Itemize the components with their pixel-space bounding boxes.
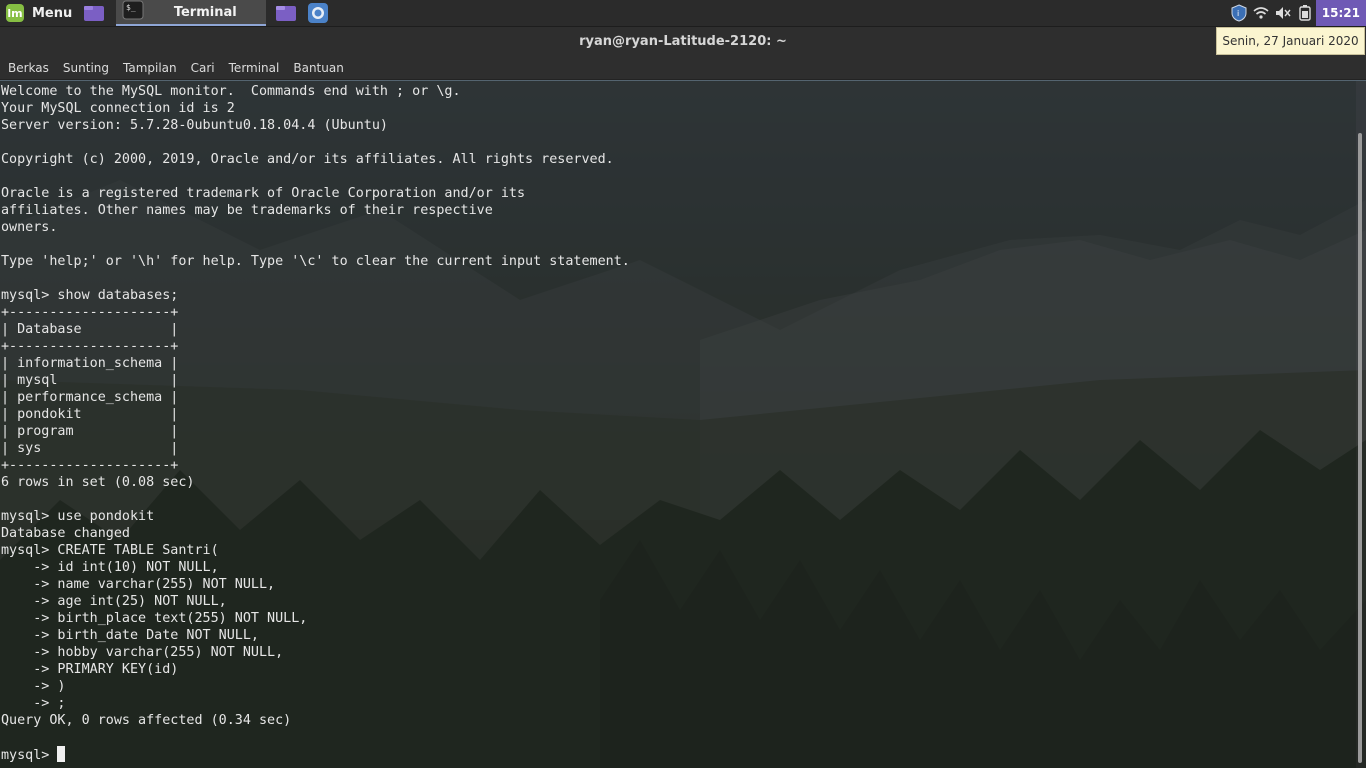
terminal-scrollbar[interactable] [1356, 81, 1366, 768]
panel-clock[interactable]: 15:21 [1315, 0, 1366, 26]
scrollbar-thumb[interactable] [1358, 133, 1362, 763]
mint-logo-icon: lm [6, 4, 24, 22]
top-panel: lm Menu $_ Terminal i 15:21 [0, 0, 1366, 27]
menu-cari[interactable]: Cari [187, 61, 219, 75]
system-tray: i 15:21 [1228, 0, 1366, 26]
window-menubar: Berkas Sunting Tampilan Cari Terminal Ba… [0, 56, 1366, 80]
battery-icon[interactable] [1294, 0, 1316, 26]
terminal-text: Welcome to the MySQL monitor. Commands e… [1, 84, 630, 728]
taskbar-terminal-button[interactable]: $_ Terminal [116, 0, 267, 26]
menu-sunting[interactable]: Sunting [59, 61, 113, 75]
menu-tampilan[interactable]: Tampilan [119, 61, 181, 75]
terminal-prompt: mysql> [1, 748, 58, 763]
menu-bantuan[interactable]: Bantuan [289, 61, 347, 75]
shield-icon[interactable]: i [1228, 0, 1250, 26]
terminal-icon: $_ [122, 0, 144, 24]
text-cursor [57, 746, 66, 762]
date-tooltip: Senin, 27 Januari 2020 [1216, 27, 1365, 55]
taskbar-terminal-label: Terminal [173, 4, 237, 20]
wifi-icon[interactable] [1250, 0, 1272, 26]
window-titlebar[interactable]: ryan@ryan-Latitude-2120: ~ [0, 27, 1366, 56]
folder-purple-icon[interactable] [82, 2, 106, 24]
volume-icon[interactable] [1272, 0, 1294, 26]
files-icon[interactable] [274, 2, 298, 24]
terminal-output: Welcome to the MySQL monitor. Commands e… [0, 81, 1356, 764]
chromium-icon[interactable] [306, 2, 330, 24]
menu-berkas[interactable]: Berkas [4, 61, 53, 75]
start-menu-button[interactable]: lm Menu [0, 0, 78, 26]
menu-label: Menu [32, 5, 73, 21]
menu-terminal[interactable]: Terminal [225, 61, 284, 75]
svg-text:i: i [1237, 9, 1239, 18]
svg-text:$_: $_ [126, 3, 136, 12]
window-title: ryan@ryan-Latitude-2120: ~ [579, 34, 787, 49]
terminal-area[interactable]: Welcome to the MySQL monitor. Commands e… [0, 81, 1356, 768]
